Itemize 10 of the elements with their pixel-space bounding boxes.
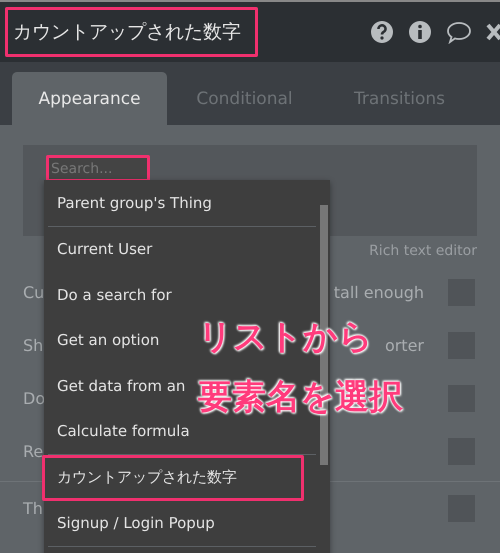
annotation-text: リストから [198,320,373,354]
option-label: Sh [23,336,44,355]
option-label: Th [23,499,43,518]
annotation-text: 要素名を選択 [198,380,403,414]
option-label: Re [23,442,44,461]
option-label: orter [384,336,424,355]
window-title: カウントアップされた数字 [5,7,258,57]
option-label: tall enough [334,283,424,302]
option-label: Cu [23,283,44,302]
option-label: Do [23,389,46,408]
